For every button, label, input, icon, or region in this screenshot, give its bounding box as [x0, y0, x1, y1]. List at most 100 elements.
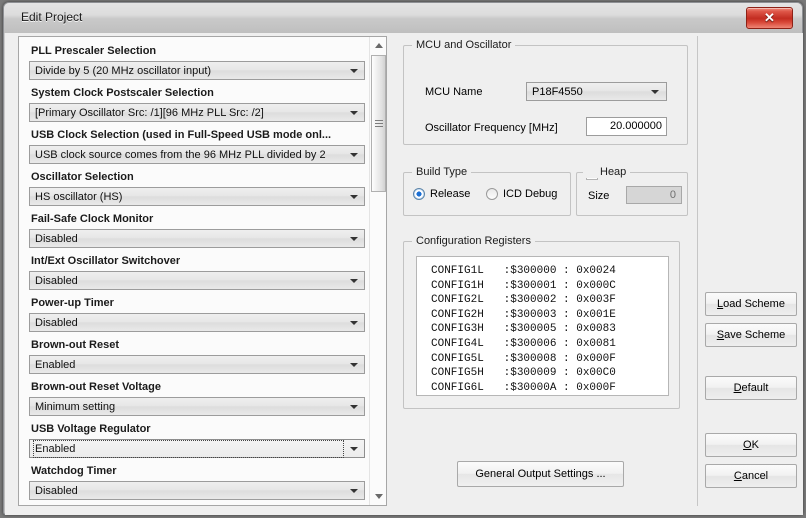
- setting-field: USB Clock Selection (used in Full-Speed …: [29, 129, 365, 164]
- config-register-row: CONFIG2H :$300003 : 0x001E: [431, 308, 616, 321]
- chevron-down-icon: [350, 321, 358, 325]
- setting-field: Fail-Safe Clock Monitor Disabled: [29, 213, 365, 248]
- scrollbar-thumb[interactable]: [371, 55, 386, 192]
- setting-dropdown[interactable]: Divide by 5 (20 MHz oscillator input): [29, 61, 365, 80]
- setting-dropdown[interactable]: [Primary Oscillator Src: /1][96 MHz PLL …: [29, 103, 365, 122]
- edit-project-window: Edit Project ✕ PLL Prescaler Selection Di…: [3, 2, 803, 515]
- setting-dropdown[interactable]: USB clock source comes from the 96 MHz P…: [29, 145, 365, 164]
- radio-icd-debug-label: ICD Debug: [503, 188, 558, 200]
- setting-value: Divide by 5 (20 MHz oscillator input): [35, 65, 212, 77]
- chevron-down-icon: [350, 447, 358, 451]
- setting-dropdown[interactable]: Disabled: [29, 481, 365, 500]
- scroll-down-button[interactable]: [370, 488, 386, 505]
- setting-field: Int/Ext Oscillator Switchover Disabled: [29, 255, 365, 290]
- heap-size-input: 0: [626, 186, 682, 204]
- settings-scrollbar[interactable]: [369, 37, 386, 505]
- chevron-down-icon: [350, 69, 358, 73]
- configuration-registers-group: Configuration Registers CONFIG1L :$30000…: [403, 235, 680, 409]
- setting-field: Power-up Timer Disabled: [29, 297, 365, 332]
- setting-value: Minimum setting: [35, 401, 116, 413]
- right-content-panel: MCU and Oscillator MCU Name P18F4550 Osc…: [397, 36, 689, 506]
- title-bar: Edit Project ✕: [4, 3, 802, 33]
- config-register-row: CONFIG5L :$300008 : 0x000F: [431, 352, 616, 365]
- setting-label: Oscillator Selection: [31, 171, 134, 183]
- setting-dropdown[interactable]: Minimum setting: [29, 397, 365, 416]
- chevron-down-icon: [350, 363, 358, 367]
- setting-field: PLL Prescaler Selection Divide by 5 (20 M…: [29, 45, 365, 80]
- radio-unselected-icon: [486, 188, 498, 200]
- configuration-registers-legend: Configuration Registers: [412, 235, 535, 247]
- setting-dropdown[interactable]: Disabled: [29, 271, 365, 290]
- mcu-oscillator-group: MCU and Oscillator MCU Name P18F4550 Osc…: [403, 39, 688, 145]
- setting-label: System Clock Postscaler Selection: [31, 87, 214, 99]
- setting-label: Brown-out Reset: [31, 339, 119, 351]
- settings-list: PLL Prescaler Selection Divide by 5 (20 M…: [19, 37, 370, 505]
- close-icon: ✕: [764, 10, 775, 25]
- chevron-down-icon: [651, 90, 659, 94]
- radio-release[interactable]: Release: [413, 187, 470, 201]
- chevron-down-icon: [350, 489, 358, 493]
- setting-dropdown[interactable]: Disabled: [29, 229, 365, 248]
- ok-button[interactable]: OK: [705, 433, 797, 457]
- setting-label: Fail-Safe Clock Monitor: [31, 213, 154, 225]
- scroll-up-button[interactable]: [370, 37, 386, 54]
- setting-value: HS oscillator (HS): [35, 191, 123, 203]
- down-arrow-icon: [375, 494, 383, 499]
- setting-field: Oscillator Selection HS oscillator (HS): [29, 171, 365, 206]
- load-scheme-label: Load Scheme: [717, 298, 785, 310]
- load-scheme-button[interactable]: Load Scheme: [705, 292, 797, 316]
- dialog-client-area: PLL Prescaler Selection Divide by 5 (20 M…: [5, 33, 803, 515]
- chevron-down-icon: [350, 405, 358, 409]
- setting-field: USB Voltage Regulator Enabled: [29, 423, 365, 458]
- config-register-row: CONFIG5H :$300009 : 0x00C0: [431, 367, 616, 380]
- config-register-row: CONFIG2L :$300002 : 0x003F: [431, 294, 616, 307]
- config-register-row: CONFIG6L :$30000A : 0x000F: [431, 381, 616, 394]
- heap-size-label: Size: [588, 190, 610, 202]
- chevron-down-icon: [350, 279, 358, 283]
- setting-value: Disabled: [35, 275, 78, 287]
- setting-value: Disabled: [35, 317, 78, 329]
- default-button[interactable]: Default: [705, 376, 797, 400]
- build-type-group: Build Type Release ICD Debug: [403, 166, 571, 216]
- oscillator-frequency-input[interactable]: 20.000000: [586, 117, 667, 136]
- config-register-row: CONFIG1H :$300001 : 0x000C: [431, 279, 616, 292]
- setting-field: Watchdog Timer Disabled: [29, 465, 365, 500]
- setting-dropdown[interactable]: Enabled: [29, 439, 365, 458]
- setting-value: Enabled: [35, 359, 76, 371]
- config-register-row: CONFIG3H :$300005 : 0x0083: [431, 323, 616, 336]
- save-scheme-button[interactable]: Save Scheme: [705, 323, 797, 347]
- ok-label: OK: [743, 439, 759, 451]
- general-output-settings-button[interactable]: General Output Settings ...: [457, 461, 624, 487]
- config-register-row: CONFIG4L :$300006 : 0x0081: [431, 337, 616, 350]
- build-type-legend: Build Type: [412, 166, 472, 178]
- cancel-button[interactable]: Cancel: [705, 464, 797, 488]
- radio-icd-debug[interactable]: ICD Debug: [486, 187, 557, 201]
- heap-group-legend: Heap: [583, 166, 631, 178]
- chevron-down-icon: [350, 111, 358, 115]
- settings-scroll-panel: PLL Prescaler Selection Divide by 5 (20 M…: [18, 36, 387, 506]
- setting-label: Int/Ext Oscillator Switchover: [31, 255, 181, 267]
- config-register-row: CONFIG1L :$300000 : 0x0024: [431, 265, 616, 277]
- default-label: Default: [733, 382, 769, 394]
- configuration-registers-list[interactable]: CONFIG1L :$300000 : 0x0024 CONFIG1H :$300…: [416, 256, 669, 396]
- close-button[interactable]: ✕: [746, 7, 793, 29]
- setting-label: USB Voltage Regulator: [31, 423, 151, 435]
- setting-dropdown[interactable]: Enabled: [29, 355, 365, 374]
- setting-label: PLL Prescaler Selection: [31, 45, 157, 57]
- grip-icon: [375, 120, 383, 127]
- setting-dropdown[interactable]: Disabled: [29, 313, 365, 332]
- mcu-name-value: P18F4550: [532, 86, 583, 98]
- mcu-name-dropdown[interactable]: P18F4550: [526, 82, 667, 101]
- setting-label: Brown-out Reset Voltage: [31, 381, 161, 393]
- chevron-down-icon: [350, 153, 358, 157]
- setting-value: Enabled: [33, 440, 344, 458]
- chevron-down-icon: [350, 195, 358, 199]
- radio-selected-icon: [413, 188, 425, 200]
- setting-dropdown[interactable]: HS oscillator (HS): [29, 187, 365, 206]
- chevron-down-icon: [350, 237, 358, 241]
- setting-label: USB Clock Selection (used in Full-Speed …: [31, 129, 332, 141]
- window-title: Edit Project: [21, 10, 83, 24]
- radio-release-label: Release: [430, 188, 471, 200]
- setting-field: Brown-out Reset Voltage Minimum setting: [29, 381, 365, 416]
- oscillator-frequency-label: Oscillator Frequency [MHz]: [425, 122, 558, 134]
